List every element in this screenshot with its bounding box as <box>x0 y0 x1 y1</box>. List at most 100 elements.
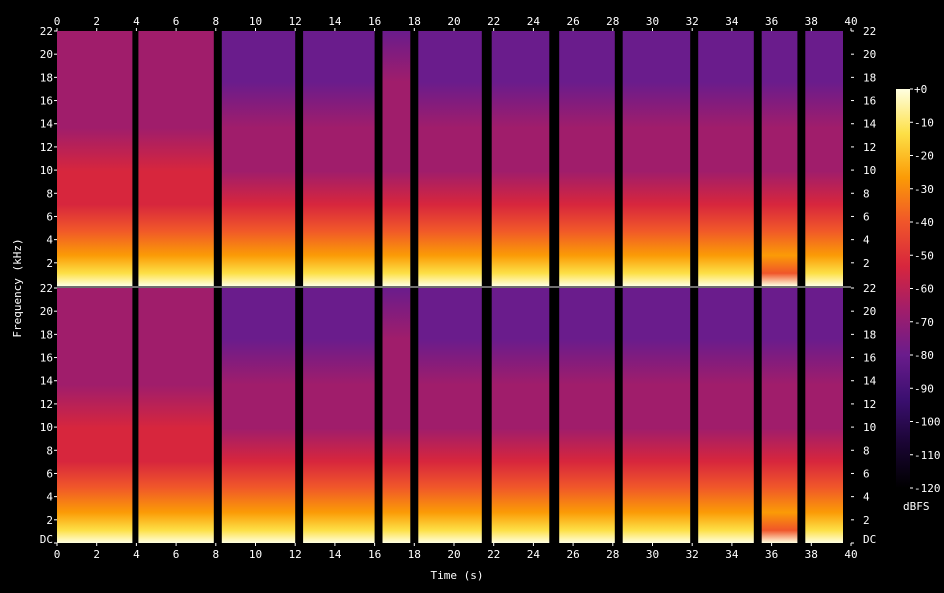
spectrogram-segment-bottom-9 <box>622 288 691 543</box>
y-tick-left-bottom-8: 8 <box>46 444 53 457</box>
y-tick-right-bottom-4: 4 <box>863 491 870 504</box>
y-tick-right-top-14: 14 <box>863 118 877 131</box>
y-tick-left-bottom-4: 4 <box>46 491 53 504</box>
y-tick-left-bottom-6: 6 <box>46 468 53 481</box>
spectrogram-segment-top-8 <box>559 31 615 286</box>
x-tick-top-40: 40 <box>844 15 857 28</box>
y-tick-left-bottom-16: 16 <box>40 352 53 365</box>
spectrogram-segment-bottom-5 <box>382 288 411 543</box>
x-tick-top-22: 22 <box>487 15 500 28</box>
x-tick-bottom-26: 26 <box>566 548 579 561</box>
x-tick-bottom-34: 34 <box>725 548 739 561</box>
x-tick-top-30: 30 <box>646 15 659 28</box>
colorbar-tick--20: -20 <box>914 150 934 163</box>
spectrogram-segment-bottom-8 <box>559 288 615 543</box>
x-tick-top-34: 34 <box>725 15 739 28</box>
colorbar-tick-+0: +0 <box>914 83 927 96</box>
x-tick-top-24: 24 <box>527 15 541 28</box>
y-tick-right-bottom-DC: DC <box>863 533 876 546</box>
x-tick-top-2: 2 <box>93 15 100 28</box>
y-tick-right-bottom-10: 10 <box>863 421 876 434</box>
colorbar-tick--10: -10 <box>914 116 934 129</box>
spectrogram-segment-top-9 <box>622 31 691 286</box>
spectrogram-segment-top-12 <box>805 31 843 286</box>
y-tick-right-bottom-12: 12 <box>863 398 876 411</box>
y-tick-right-bottom-22: 22 <box>863 282 876 295</box>
colorbar-label: dBFS <box>903 500 930 513</box>
spectrogram-segment-bottom-12 <box>805 288 843 543</box>
colorbar-tick--80: -80 <box>914 349 934 362</box>
y-tick-left-top-2: 2 <box>46 257 53 270</box>
spectrogram-segment-top-6 <box>418 31 482 286</box>
spectrogram-segment-top-11 <box>761 31 798 286</box>
y-tick-right-bottom-18: 18 <box>863 328 876 341</box>
y-tick-left-bottom-14: 14 <box>40 375 54 388</box>
x-tick-top-26: 26 <box>566 15 579 28</box>
y-tick-left-top-20: 20 <box>40 48 53 61</box>
y-tick-left-top-10: 10 <box>40 164 53 177</box>
spectrogram-segment-bottom-10 <box>698 288 754 543</box>
spectrogram-segment-bottom-11 <box>761 288 798 543</box>
x-tick-top-12: 12 <box>289 15 302 28</box>
spectrogram-chart: 22 2220 2018 1816 1614 1412 1210 108 86 64 42 222 22… <box>11 15 941 582</box>
x-tick-top-38: 38 <box>805 15 818 28</box>
x-tick-bottom-2: 2 <box>93 548 100 561</box>
y-tick-right-top-12: 12 <box>863 141 876 154</box>
spectrogram-segment-top-10 <box>698 31 754 286</box>
spectrogram-segment-bottom-3 <box>221 288 296 543</box>
colorbar-tick--40: -40 <box>914 216 934 229</box>
y-tick-right-top-2: 2 <box>863 257 870 270</box>
x-tick-bottom-28: 28 <box>606 548 619 561</box>
y-tick-right-top-16: 16 <box>863 95 876 108</box>
x-tick-top-10: 10 <box>249 15 262 28</box>
spectrogram-segment-bottom-1 <box>57 288 133 543</box>
x-tick-bottom-16: 16 <box>368 548 381 561</box>
y-tick-right-top-8: 8 <box>863 187 870 200</box>
x-tick-top-14: 14 <box>328 15 342 28</box>
colorbar-tick--100: -100 <box>914 416 941 429</box>
spectrogram-segment-bottom-4 <box>303 288 375 543</box>
colorbar-tick--90: -90 <box>914 382 934 395</box>
spectrogram-segment-top-1 <box>57 31 133 286</box>
y-tick-right-top-18: 18 <box>863 71 876 84</box>
y-tick-left-bottom-18: 18 <box>40 328 53 341</box>
colorbar-tick--50: -50 <box>914 249 934 262</box>
x-tick-top-20: 20 <box>447 15 460 28</box>
y-tick-left-bottom-DC: DC <box>40 533 53 546</box>
colorbar-tick--110: -110 <box>914 449 941 462</box>
y-tick-left-top-8: 8 <box>46 187 53 200</box>
y-tick-right-top-6: 6 <box>863 211 870 224</box>
spectrogram-segment-top-2 <box>138 31 214 286</box>
x-tick-top-4: 4 <box>133 15 140 28</box>
y-tick-left-top-6: 6 <box>46 211 53 224</box>
x-tick-top-36: 36 <box>765 15 778 28</box>
spectrogram-segment-bottom-7 <box>491 288 550 543</box>
x-tick-bottom-20: 20 <box>447 548 460 561</box>
x-tick-bottom-12: 12 <box>289 548 302 561</box>
x-tick-top-0: 0 <box>54 15 61 28</box>
spectrogram-segment-top-5 <box>382 31 411 286</box>
y-tick-left-top-4: 4 <box>46 234 53 247</box>
x-tick-bottom-32: 32 <box>686 548 699 561</box>
x-tick-bottom-22: 22 <box>487 548 500 561</box>
y-tick-left-top-16: 16 <box>40 95 53 108</box>
y-tick-left-bottom-20: 20 <box>40 305 53 318</box>
x-tick-bottom-24: 24 <box>527 548 541 561</box>
x-tick-top-18: 18 <box>408 15 421 28</box>
x-tick-top-32: 32 <box>686 15 699 28</box>
y-tick-right-top-4: 4 <box>863 234 870 247</box>
x-tick-bottom-30: 30 <box>646 548 659 561</box>
spectrogram-segment-bottom-6 <box>418 288 482 543</box>
y-tick-left-bottom-22: 22 <box>40 282 53 295</box>
y-tick-left-top-22: 22 <box>40 25 53 38</box>
x-tick-bottom-36: 36 <box>765 548 778 561</box>
y-tick-left-top-12: 12 <box>40 141 53 154</box>
colorbar-tick--120: -120 <box>914 482 941 495</box>
y-axis-title: Frequency (kHz) <box>11 238 24 337</box>
spectrogram-segment-top-4 <box>303 31 375 286</box>
x-tick-bottom-0: 0 <box>54 548 61 561</box>
y-tick-right-top-20: 20 <box>863 48 876 61</box>
x-tick-bottom-4: 4 <box>133 548 140 561</box>
x-tick-top-16: 16 <box>368 15 381 28</box>
spectrogram-segment-top-7 <box>491 31 550 286</box>
